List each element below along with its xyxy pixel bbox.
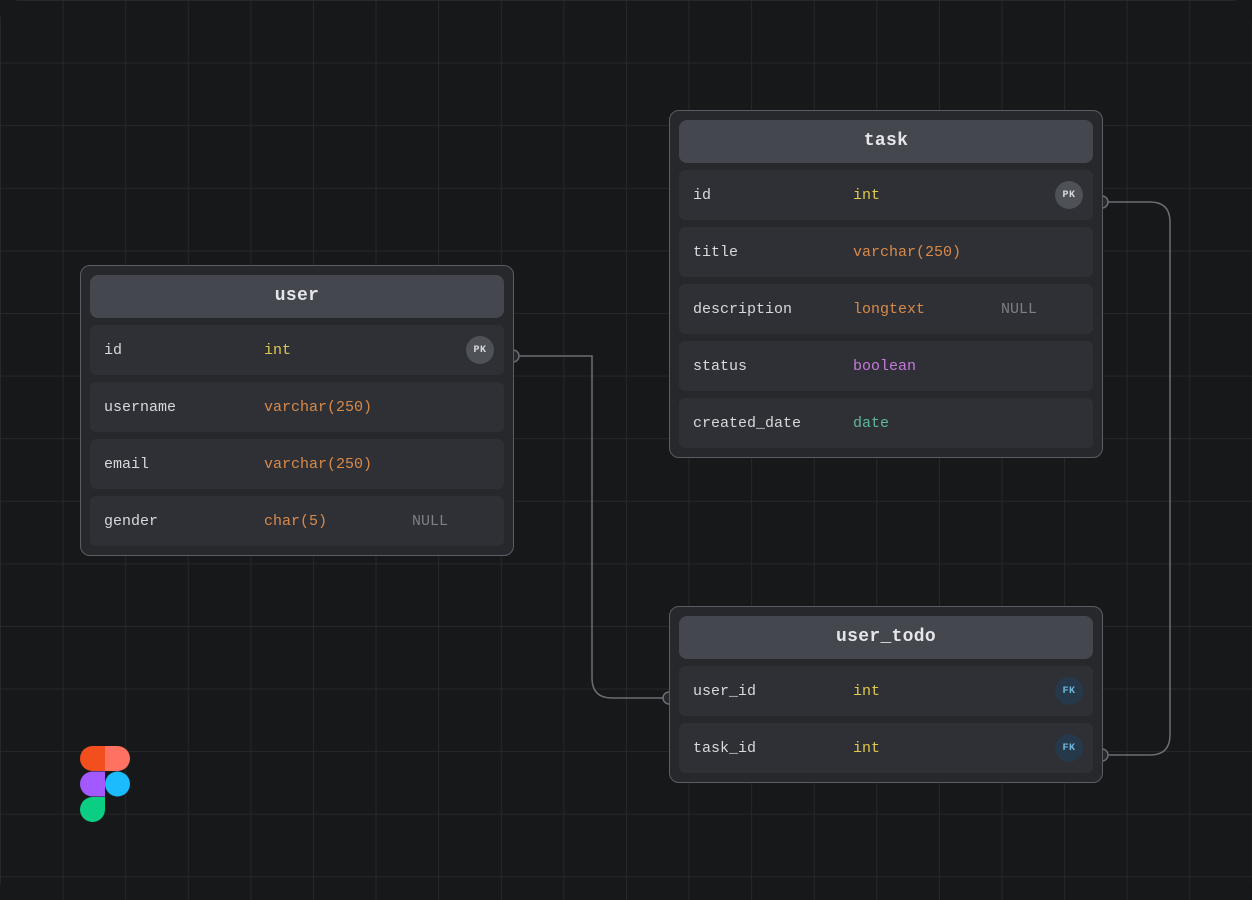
table-row[interactable]: status boolean [679,341,1093,391]
column-name: id [693,187,853,204]
table-header-user: user [90,275,504,318]
column-type: varchar(250) [853,244,983,261]
table-row[interactable]: task_id int FK [679,723,1093,773]
table-row[interactable]: user_id int FK [679,666,1093,716]
column-name: id [104,342,264,359]
column-type: int [853,187,983,204]
table-row[interactable]: created_date date [679,398,1093,448]
table-row[interactable]: email varchar(250) [90,439,504,489]
column-null: NULL [412,513,448,530]
table-row[interactable]: gender char(5) NULL [90,496,504,546]
column-name: gender [104,513,264,530]
table-header-task: task [679,120,1093,163]
column-name: user_id [693,683,853,700]
table-row[interactable]: title varchar(250) [679,227,1093,277]
column-type: varchar(250) [264,399,394,416]
figma-logo-icon [80,746,130,822]
pk-badge: PK [466,336,494,364]
pk-badge: PK [1055,181,1083,209]
column-name: username [104,399,264,416]
column-name: task_id [693,740,853,757]
table-user-todo[interactable]: user_todo user_id int FK task_id int FK [669,606,1103,783]
column-name: status [693,358,853,375]
column-type: date [853,415,983,432]
fk-badge: FK [1055,734,1083,762]
column-type: varchar(250) [264,456,394,473]
table-row[interactable]: description longtext NULL [679,284,1093,334]
table-user[interactable]: user id int PK username varchar(250) ema… [80,265,514,556]
table-header-user-todo: user_todo [679,616,1093,659]
column-name: description [693,301,853,318]
column-type: int [853,740,983,757]
column-type: int [853,683,983,700]
table-row[interactable]: id int PK [90,325,504,375]
table-row[interactable]: id int PK [679,170,1093,220]
column-name: title [693,244,853,261]
column-type: char(5) [264,513,394,530]
table-row[interactable]: username varchar(250) [90,382,504,432]
column-null: NULL [1001,301,1037,318]
column-name: email [104,456,264,473]
table-task[interactable]: task id int PK title varchar(250) descri… [669,110,1103,458]
column-type: boolean [853,358,983,375]
column-name: created_date [693,415,853,432]
column-type: longtext [853,301,983,318]
fk-badge: FK [1055,677,1083,705]
column-type: int [264,342,394,359]
